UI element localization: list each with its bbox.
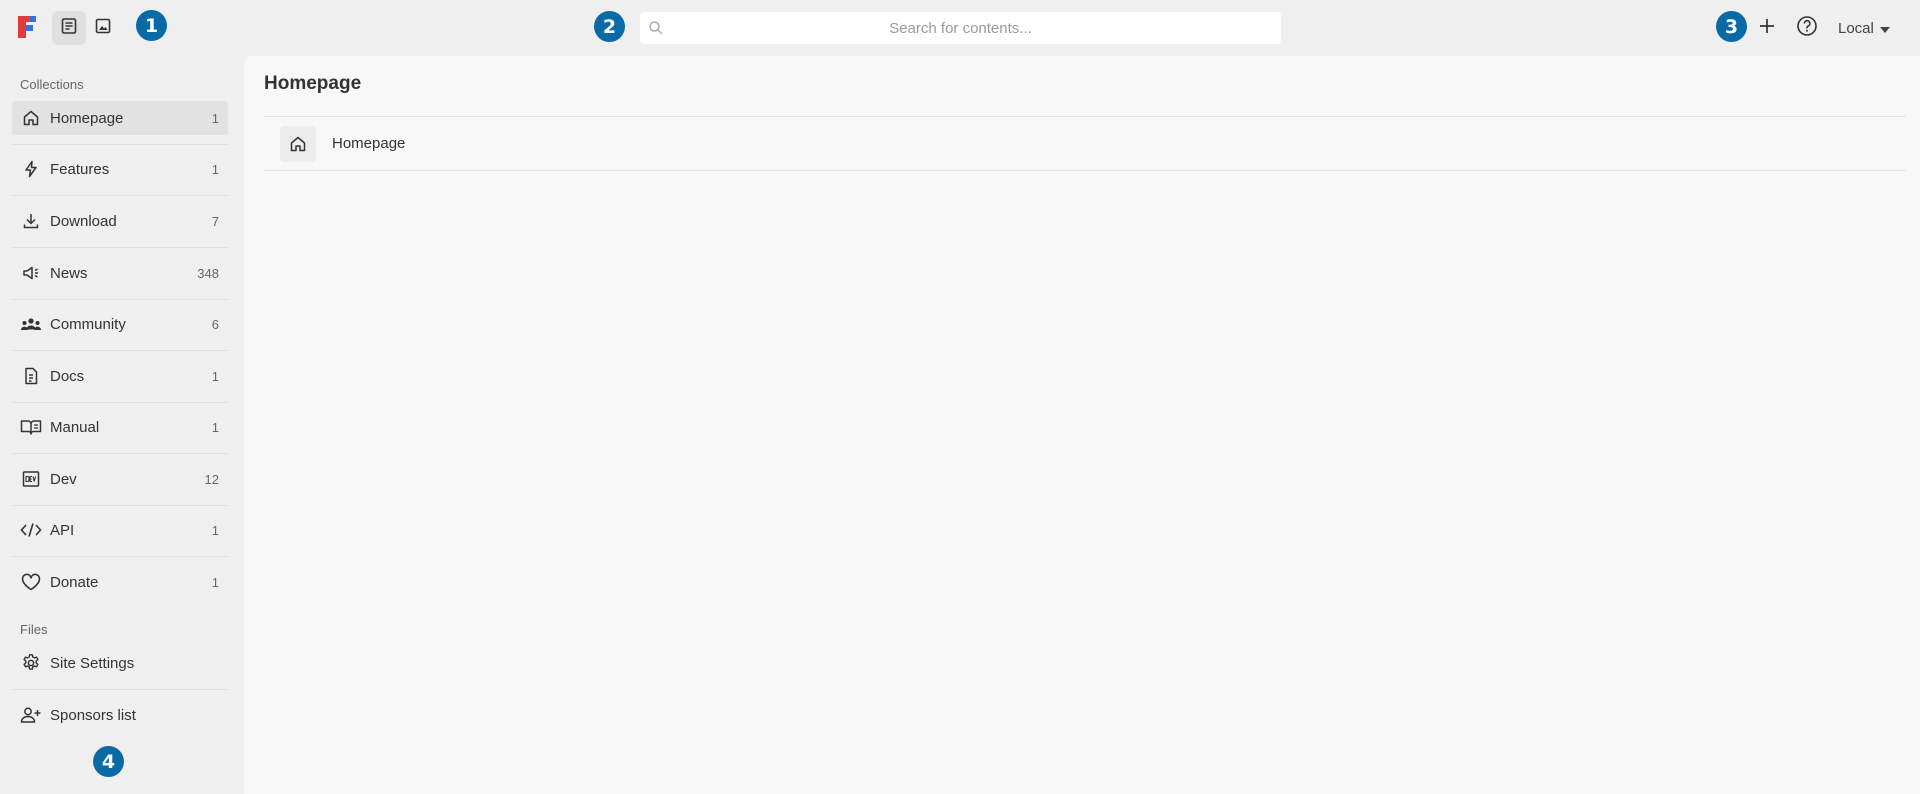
divider	[12, 247, 228, 248]
sidebar-item-label: Site Settings	[50, 654, 135, 672]
home-icon	[280, 125, 316, 162]
sidebar-item-label: API	[50, 521, 75, 539]
sidebar-item-label: Dev	[50, 470, 77, 488]
divider	[12, 350, 228, 351]
list-item-label: Homepage	[332, 135, 406, 152]
sidebar-item-count: 348	[197, 265, 219, 281]
locale-label: Local	[1838, 19, 1874, 37]
sidebar-item-api[interactable]: API 1	[12, 513, 228, 547]
sidebar-item-count: 1	[211, 368, 219, 384]
person-add-icon	[18, 703, 44, 727]
question-icon	[1796, 15, 1818, 42]
collections-heading: Collections	[20, 77, 84, 92]
sidebar-item-label: Sponsors list	[50, 706, 136, 724]
document-icon	[18, 364, 44, 388]
sidebar-item-dev[interactable]: Dev 12	[12, 462, 228, 496]
home-icon	[18, 106, 44, 130]
sidebar-item-label: Manual	[50, 418, 100, 436]
page-title: Homepage	[264, 73, 362, 94]
divider	[12, 402, 228, 403]
help-button[interactable]	[1793, 14, 1821, 42]
sidebar-item-label: Donate	[50, 573, 99, 591]
search-bar[interactable]	[640, 12, 1281, 44]
sidebar-item-count: 12	[204, 471, 219, 487]
callout-badge-2: 2	[594, 11, 625, 42]
add-button[interactable]	[1753, 14, 1781, 42]
search-input[interactable]	[640, 12, 1281, 44]
bolt-icon	[18, 157, 44, 181]
sidebar-item-count: 7	[211, 213, 219, 229]
document-icon	[60, 17, 78, 40]
search-icon	[648, 20, 664, 41]
sidebar-item-count: 1	[211, 522, 219, 538]
sidebar-item-community[interactable]: Community 6	[12, 307, 228, 341]
top-bar: 1 2 3 Local	[0, 0, 1920, 56]
files-heading: Files	[20, 622, 48, 637]
divider	[12, 299, 228, 300]
book-icon	[18, 415, 44, 439]
sidebar-item-label: Community	[50, 315, 126, 333]
sidebar-item-features[interactable]: Features 1	[12, 152, 228, 186]
callout-badge-4: 4	[93, 746, 124, 777]
sidebar-item-homepage[interactable]: Homepage 1	[12, 101, 228, 135]
gear-icon	[18, 651, 44, 675]
sidebar-item-sponsors-list[interactable]: Sponsors list	[12, 698, 228, 732]
megaphone-icon	[18, 261, 44, 285]
list-item[interactable]: Homepage	[264, 117, 1906, 170]
heart-icon	[18, 570, 44, 594]
sidebar-item-label: Features	[50, 160, 110, 178]
sidebar-item-label: News	[50, 264, 88, 282]
sidebar-item-count: 1	[211, 161, 219, 177]
divider	[12, 689, 228, 690]
divider	[264, 170, 1906, 171]
image-icon	[94, 17, 112, 40]
sidebar-item-label: Homepage	[50, 109, 124, 127]
divider	[12, 505, 228, 506]
app-logo-icon[interactable]	[16, 14, 38, 40]
sidebar-item-manual[interactable]: Manual 1	[12, 410, 228, 444]
media-view-button[interactable]	[86, 11, 120, 45]
dev-icon	[18, 467, 44, 491]
sidebar-item-count: 1	[211, 419, 219, 435]
main-content: Homepage Homepage	[244, 56, 1920, 794]
sidebar-item-download[interactable]: Download 7	[12, 204, 228, 238]
sidebar-item-count: 1	[211, 574, 219, 590]
sidebar-item-site-settings[interactable]: Site Settings	[12, 646, 228, 680]
people-icon	[18, 312, 44, 336]
divider	[12, 195, 228, 196]
sidebar: Collections Homepage 1 Features 1 Downlo…	[0, 56, 244, 794]
code-icon	[18, 518, 44, 542]
download-icon	[18, 209, 44, 233]
sidebar-item-label: Docs	[50, 367, 85, 385]
divider	[12, 144, 228, 145]
content-view-button[interactable]	[52, 11, 86, 45]
sidebar-item-count: 6	[211, 316, 219, 332]
sidebar-item-docs[interactable]: Docs 1	[12, 359, 228, 393]
divider	[12, 556, 228, 557]
caret-down-icon	[1879, 20, 1890, 37]
callout-badge-1: 1	[136, 10, 167, 41]
sidebar-item-donate[interactable]: Donate 1	[12, 565, 228, 599]
divider	[12, 453, 228, 454]
sidebar-item-label: Download	[50, 212, 117, 230]
sidebar-item-count: 1	[211, 110, 219, 126]
sidebar-item-news[interactable]: News 348	[12, 256, 228, 290]
plus-icon	[1759, 18, 1775, 39]
locale-dropdown[interactable]: Local	[1838, 14, 1890, 42]
callout-badge-3: 3	[1716, 11, 1747, 42]
